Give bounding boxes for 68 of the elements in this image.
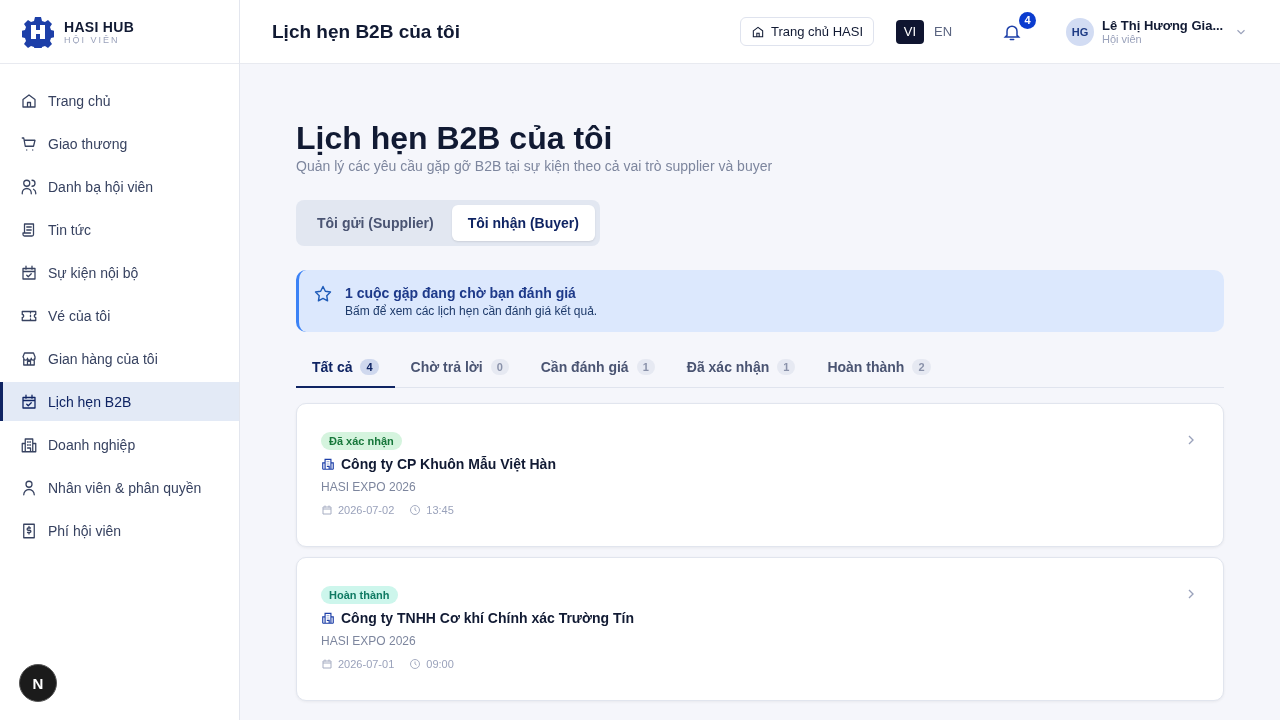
role-tab[interactable]: Tôi gửi (Supplier)	[301, 205, 450, 241]
appointment-date: 2026-07-01	[338, 658, 395, 670]
calendar-icon	[20, 263, 38, 282]
role-tab[interactable]: Tôi nhận (Buyer)	[451, 205, 595, 241]
status-badge: Hoàn thành	[321, 586, 398, 604]
calendar-icon	[321, 504, 333, 516]
clock-icon	[409, 658, 422, 670]
user-name: Lê Thị Hương Gia...	[1102, 18, 1225, 33]
language-button[interactable]: EN	[928, 19, 956, 44]
receipt-icon	[20, 521, 38, 540]
people-icon	[20, 177, 38, 196]
brand-subtitle: HỘI VIÊN	[64, 34, 121, 45]
home-link-button[interactable]: Trang chủ HASI	[740, 17, 874, 46]
sidebar-item[interactable]: Trang chủ	[0, 81, 239, 120]
notice-title: 1 cuộc gặp đang chờ bạn đánh giá	[345, 284, 577, 301]
store-icon	[20, 349, 38, 368]
building-icon	[321, 457, 335, 471]
status-badge: Đã xác nhận	[321, 432, 402, 450]
sidebar-item[interactable]: Gian hàng của tôi	[0, 339, 239, 378]
cart-icon	[20, 134, 38, 153]
appointment-date: 2026-07-02	[338, 504, 395, 516]
notice-text: Bấm để xem các lịch hẹn cần đánh giá kết quả.	[345, 303, 598, 318]
star-icon	[313, 284, 333, 304]
tab-count: 0	[490, 359, 509, 375]
brand-name: HASI HUB	[64, 18, 135, 35]
company-name: Công ty TNHH Cơ khí Chính xác Trường Tín	[341, 610, 634, 626]
calendar-icon	[321, 658, 333, 670]
appointment-time: 09:00	[426, 658, 454, 670]
sidebar-item[interactable]: Danh bạ hội viên	[0, 167, 239, 206]
sidebar-item[interactable]: Tin tức	[0, 210, 239, 249]
building-icon	[321, 611, 335, 625]
building-icon	[20, 435, 38, 454]
event-name: HASI EXPO 2026	[321, 634, 416, 648]
appointment-time: 13:45	[426, 504, 454, 516]
sidebar-item[interactable]: Vé của tôi	[0, 296, 239, 335]
tab-count: 1	[777, 359, 796, 375]
status-tab[interactable]: Chờ trả lời 0	[394, 348, 525, 388]
status-tab[interactable]: Hoàn thành 2	[811, 348, 947, 388]
page-subtitle: Quản lý các yêu cầu gặp gỡ B2B tại sự kiện theo cả vai trò supplier và buyer	[296, 158, 774, 174]
language-button[interactable]: VI	[896, 19, 924, 44]
user-role: Hội viên	[1102, 33, 1143, 45]
sidebar-item[interactable]: Giao thương	[0, 124, 239, 163]
event-name: HASI EXPO 2026	[321, 480, 416, 494]
calendar-icon	[20, 392, 38, 411]
appointment-card[interactable]: Hoàn thành Công ty TNHH Cơ khí Chính xác Trường Tín HASI EXPO 2026 2026-07-01 09:00	[296, 557, 1224, 701]
tab-count: 2	[912, 359, 931, 375]
user-avatar: HG	[1066, 17, 1094, 46]
tab-count: 1	[636, 359, 655, 375]
clock-icon	[409, 504, 422, 516]
notification-badge: 4	[1019, 11, 1036, 29]
sidebar-item[interactable]: Lịch hẹn B2B	[0, 382, 239, 421]
home-icon	[751, 24, 765, 39]
review-notice[interactable]: 1 cuộc gặp đang chờ bạn đánh giá Bấm để xem các lịch hẹn cần đánh giá kết quả.	[296, 270, 1224, 332]
sidebar-item[interactable]: Phí hội viên	[0, 511, 239, 550]
header-title: Lịch hẹn B2B của tôi	[272, 20, 460, 43]
person-icon	[20, 478, 38, 497]
page-title: Lịch hẹn B2B của tôi	[296, 119, 614, 158]
status-tab[interactable]: Cần đánh giá 1	[524, 348, 671, 388]
sidebar-item[interactable]: Doanh nghiệp	[0, 425, 239, 464]
status-tab[interactable]: Đã xác nhận 1	[670, 348, 812, 388]
sidebar-item[interactable]: Sự kiện nội bộ	[0, 253, 239, 292]
status-tab[interactable]: Tất cả 4	[296, 348, 395, 388]
company-name: Công ty CP Khuôn Mẫu Việt Hàn	[341, 456, 556, 472]
tab-count: 4	[360, 359, 379, 375]
logo-icon	[22, 15, 54, 48]
sidebar-item[interactable]: Nhân viên & phân quyền	[0, 468, 239, 507]
appointment-card[interactable]: Đã xác nhận Công ty CP Khuôn Mẫu Việt Hàn HASI EXPO 2026 2026-07-02 13:45	[296, 403, 1224, 547]
dev-indicator[interactable]: N	[19, 664, 57, 702]
